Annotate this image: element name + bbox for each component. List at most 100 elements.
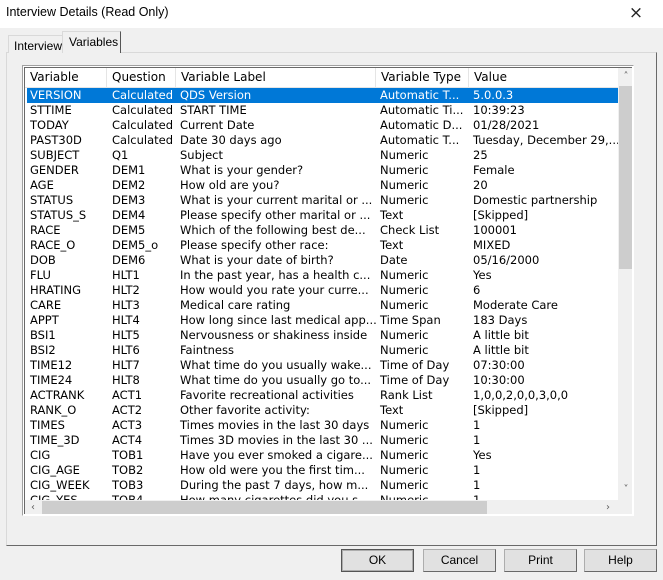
scroll-left-icon[interactable]: ‹ [25, 500, 41, 514]
table-row[interactable]: RANK_O ACT2 Other favorite activity: Text [S… [27, 403, 618, 418]
column-header-value[interactable]: Value [469, 68, 618, 87]
cell-variable-type: Numeric [380, 178, 429, 192]
cell-variable-label: What time do you usually go to... [180, 373, 372, 387]
cell-variable-type: Numeric [380, 328, 429, 342]
vertical-scrollbar[interactable]: ˄ ˅ [618, 68, 632, 500]
table-row[interactable]: APPT HLT4 How long since last medical app.… [27, 313, 618, 328]
table-row[interactable]: STTIME Calculated START TIME Automatic Ti..… [27, 103, 618, 118]
table-row[interactable]: CIG TOB1 Have you ever smoked a cigare... N… [27, 448, 618, 463]
table-row[interactable]: CIG_AGE TOB2 How old were you the first ti… [27, 463, 618, 478]
cell-variable-type: Numeric [380, 478, 429, 492]
cell-value: A little bit [473, 328, 529, 342]
cell-variable: RACE_O [30, 238, 76, 252]
cell-variable-label: In the past year, has a health c... [180, 268, 371, 282]
variables-list[interactable]: Variable Question Variable Label Variabl… [22, 65, 634, 516]
table-row[interactable]: CARE HLT3 Medical care rating Numeric Modera… [27, 298, 618, 313]
table-row[interactable]: BSI2 HLT6 Faintness Numeric A little bit [27, 343, 618, 358]
cell-variable-type: Numeric [380, 493, 429, 500]
table-row[interactable]: VERSION Calculated QDS Version Automatic T.… [27, 88, 618, 103]
cell-variable-type: Numeric [380, 148, 429, 162]
table-row[interactable]: ACTRANK ACT1 Favorite recreational activit… [27, 388, 618, 403]
cell-variable-type: Automatic Ti... [380, 103, 464, 117]
cell-value: A little bit [473, 343, 529, 357]
table-row[interactable]: FLU HLT1 In the past year, has a health c.… [27, 268, 618, 283]
table-row[interactable]: TIMES ACT3 Times movies in the last 30 day… [27, 418, 618, 433]
table-row[interactable]: PAST30D Calculated Date 30 days ago Automat… [27, 133, 618, 148]
cell-question: HLT2 [112, 283, 140, 297]
column-header-question[interactable]: Question [107, 68, 176, 87]
cell-question: TOB3 [112, 478, 144, 492]
window-title: Interview Details (Read Only) [6, 5, 169, 19]
cell-variable-label: How long since last medical app... [180, 313, 377, 327]
cell-value: 25 [473, 148, 488, 162]
horizontal-scroll-thumb[interactable] [42, 501, 487, 514]
cell-value: Female [473, 163, 515, 177]
cell-question: TOB1 [112, 448, 144, 462]
cell-question: ACT4 [112, 433, 143, 447]
table-row[interactable]: RACE_O DEM5_o Please specify other race: Te… [27, 238, 618, 253]
cell-variable: GENDER [30, 163, 79, 177]
cell-variable: PAST30D [30, 133, 82, 147]
table-row[interactable]: STATUS DEM3 What is your current marital o… [27, 193, 618, 208]
cell-question: Calculated [112, 133, 174, 147]
table-row[interactable]: TIME_3D ACT4 Times 3D movies in the last 3… [27, 433, 618, 448]
cell-question: HLT7 [112, 358, 140, 372]
cell-variable-label: QDS Version [180, 88, 252, 102]
cell-variable-type: Numeric [380, 298, 429, 312]
cell-variable-type: Date [380, 253, 408, 267]
cell-variable-type: Text [380, 208, 404, 222]
cell-value: 1 [473, 493, 481, 500]
table-row[interactable]: AGE DEM2 How old are you? Numeric 20 [27, 178, 618, 193]
table-row[interactable]: BSI1 HLT5 Nervousness or shakiness inside N… [27, 328, 618, 343]
cell-variable: CIG [30, 448, 51, 462]
table-row[interactable]: HRATING HLT2 How would you rate your curre… [27, 283, 618, 298]
table-row[interactable]: TIME12 HLT7 What time do you usually wake.… [27, 358, 618, 373]
help-button[interactable]: Help [584, 549, 657, 572]
table-row[interactable]: GENDER DEM1 What is your gender? Numeric Fem… [27, 163, 618, 178]
ok-button[interactable]: OK [341, 549, 414, 572]
cell-value: 1,0,0,2,0,0,3,0,0 [473, 388, 569, 402]
cell-question: HLT8 [112, 373, 140, 387]
table-row[interactable]: CIG_WEEK TOB3 During the past 7 days, how … [27, 478, 618, 493]
cell-variable-label: During the past 7 days, how m... [180, 478, 369, 492]
cell-value: 183 Days [473, 313, 528, 327]
cell-variable-label: What is your gender? [180, 163, 304, 177]
cell-variable-label: How many cigarettes did you s... [180, 493, 370, 500]
vertical-scroll-thumb[interactable] [619, 86, 632, 269]
table-row[interactable]: TODAY Calculated Current Date Automatic D..… [27, 118, 618, 133]
cell-variable-type: Numeric [380, 268, 429, 282]
cell-value: Tuesday, December 29,... [473, 133, 618, 147]
column-header-variable-label[interactable]: Variable Label [176, 68, 376, 87]
scroll-down-icon[interactable]: ˅ [618, 482, 632, 498]
cell-variable-label: How would you rate your curre... [180, 283, 369, 297]
table-row[interactable]: DOB DEM6 What is your date of birth? Date 05… [27, 253, 618, 268]
close-icon[interactable]: × [622, 1, 650, 25]
scroll-right-icon[interactable]: › [600, 500, 616, 514]
cell-variable-type: Numeric [380, 163, 429, 177]
table-row[interactable]: STATUS_S DEM4 Please specify other marital… [27, 208, 618, 223]
table-row[interactable]: RACE DEM5 Which of the following best de..… [27, 223, 618, 238]
tab-interview[interactable]: Interview [8, 35, 63, 53]
cell-variable-type: Rank List [380, 388, 433, 402]
cell-value: 10:39:23 [473, 103, 525, 117]
cell-variable: TIME12 [30, 358, 73, 372]
cell-variable: CARE [30, 298, 62, 312]
column-header-variable[interactable]: Variable [25, 68, 107, 87]
cell-variable: TIMES [30, 418, 65, 432]
cell-variable-type: Check List [380, 223, 440, 237]
cell-variable-type: Text [380, 403, 404, 417]
list-rows: VERSION Calculated QDS Version Automatic T.… [25, 88, 618, 500]
horizontal-scrollbar[interactable]: ‹ › [25, 500, 618, 514]
cell-question: ACT1 [112, 388, 143, 402]
column-header-variable-type[interactable]: Variable Type [376, 68, 469, 87]
cancel-button[interactable]: Cancel [423, 549, 496, 572]
print-button[interactable]: Print [504, 549, 577, 572]
scroll-up-icon[interactable]: ˄ [618, 69, 632, 85]
table-row[interactable]: SUBJECT Q1 Subject Numeric 25 [27, 148, 618, 163]
cell-value: 5.0.0.3 [473, 88, 514, 102]
list-header: Variable Question Variable Label Variabl… [25, 68, 618, 88]
table-row[interactable]: CIG_YES TOB4 How many cigarettes did you s… [27, 493, 618, 500]
table-row[interactable]: TIME24 HLT8 What time do you usually go to… [27, 373, 618, 388]
cell-variable-label: Which of the following best de... [180, 223, 366, 237]
tab-variables[interactable]: Variables [62, 31, 121, 53]
